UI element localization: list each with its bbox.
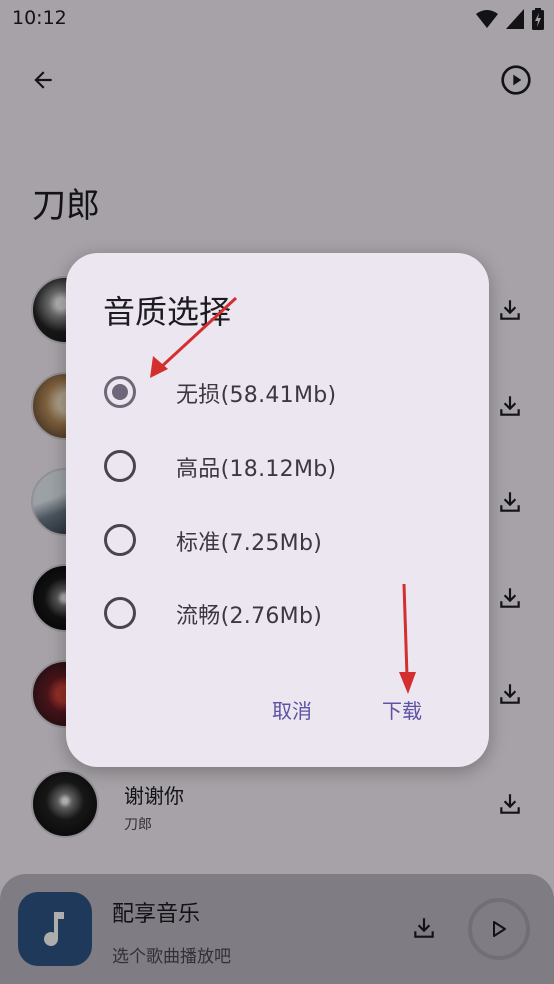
radio-button[interactable] [104, 376, 136, 408]
option-label: 高品(18.12Mb) [176, 457, 337, 482]
cancel-button[interactable]: 取消 [272, 695, 312, 724]
radio-button[interactable] [104, 450, 136, 482]
quality-option-standard[interactable]: 标准(7.25Mb) [66, 512, 489, 568]
quality-option-high[interactable]: 高品(18.12Mb) [66, 438, 489, 494]
option-label: 标准(7.25Mb) [176, 531, 323, 556]
option-label: 无损(58.41Mb) [176, 383, 337, 408]
quality-dialog: 音质选择 无损(58.41Mb) 高品(18.12Mb) 标准(7.25Mb) … [66, 253, 489, 767]
option-label: 流畅(2.76Mb) [176, 604, 323, 629]
radio-button[interactable] [104, 597, 136, 629]
radio-button[interactable] [104, 524, 136, 556]
download-confirm-button[interactable]: 下载 [382, 695, 422, 724]
quality-option-lossless[interactable]: 无损(58.41Mb) [66, 364, 489, 420]
quality-option-smooth[interactable]: 流畅(2.76Mb) [66, 585, 489, 641]
dialog-title: 音质选择 [103, 293, 232, 331]
